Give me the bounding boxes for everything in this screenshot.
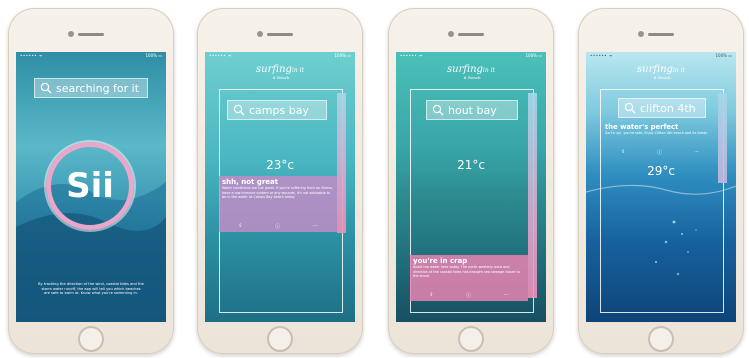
camera-icon <box>638 31 644 37</box>
status-card: shh, not great Water conditions are not … <box>219 176 337 232</box>
status-card: you're in crap Avoid the water here toda… <box>410 255 528 301</box>
screen-hout-bay: •••••• ᯤ 100% ▭ surfingin it # Beach hou… <box>396 52 546 322</box>
screen-clifton: •••••• ᯤ 100% ▭ surfingin it # Beach cli… <box>586 52 736 322</box>
status-title: shh, not great <box>222 178 279 186</box>
logo-badge: Sii <box>46 142 134 230</box>
more-icon[interactable]: ⋯ <box>504 292 509 299</box>
app-logo: surfingin it # Beach <box>205 64 355 80</box>
screen-camps-bay: •••••• ᯤ 100% ▭ surfingin it # Beach cam… <box>205 52 355 322</box>
search-input[interactable]: searching for it <box>34 78 148 98</box>
camera-icon <box>68 31 74 37</box>
logo-subtitle: # Beach <box>272 75 290 80</box>
share-icon[interactable]: ⇪ <box>429 292 433 299</box>
app-description: By tracking the direction of the wind, c… <box>38 282 144 296</box>
water-quality-bar <box>528 93 537 298</box>
more-icon[interactable]: ⋯ <box>313 223 318 230</box>
search-text: searching for it <box>56 81 140 95</box>
home-button[interactable] <box>78 326 104 352</box>
phone-4: •••••• ᯤ 100% ▭ surfingin it # Beach cli… <box>578 8 744 354</box>
battery-indicator: 100% ▭ <box>334 53 352 58</box>
logo-text: Sii <box>66 166 114 206</box>
search-input[interactable]: hout bay <box>426 100 518 120</box>
home-button[interactable] <box>458 326 484 352</box>
search-text: camps bay <box>249 103 309 117</box>
status-body: Water conditions are not great. If you'r… <box>222 186 333 199</box>
water-temperature: 23°c <box>266 158 294 172</box>
search-icon <box>40 82 52 94</box>
search-text: hout bay <box>448 103 497 117</box>
battery-indicator: 100% ▭ <box>525 53 543 58</box>
info-icon[interactable]: ⓘ <box>275 223 280 230</box>
status-body: Avoid the water here today. The north-we… <box>413 265 520 278</box>
search-icon <box>233 104 245 116</box>
speaker-grill <box>267 33 293 36</box>
logo-subtitle: # Beach <box>463 75 481 80</box>
screen-search: •••••• ᯤ 100% ▭ searching for it Sii By … <box>16 52 166 322</box>
camera-icon <box>257 31 263 37</box>
home-button[interactable] <box>648 326 674 352</box>
speaker-grill <box>458 33 484 36</box>
speaker-grill <box>78 33 104 36</box>
signal-indicator: •••••• ᯤ <box>400 53 424 58</box>
phone-2: •••••• ᯤ 100% ▭ surfingin it # Beach cam… <box>197 8 363 354</box>
search-input[interactable]: camps bay <box>227 100 327 120</box>
status-title: you're in crap <box>413 257 468 265</box>
home-button[interactable] <box>267 326 293 352</box>
share-icon[interactable]: ⇪ <box>238 223 242 230</box>
speaker-grill <box>648 33 674 36</box>
search-icon <box>432 104 444 116</box>
camera-icon <box>448 31 454 37</box>
bubbles-illustration <box>586 184 736 276</box>
water-temperature: 21°c <box>457 158 485 172</box>
info-icon[interactable]: ⓘ <box>466 292 471 299</box>
signal-indicator: •••••• ᯤ <box>209 53 233 58</box>
phone-1: •••••• ᯤ 100% ▭ searching for it Sii By … <box>8 8 174 354</box>
app-logo: surfingin it # Beach <box>396 64 546 80</box>
phone-3: •••••• ᯤ 100% ▭ surfingin it # Beach hou… <box>388 8 554 354</box>
